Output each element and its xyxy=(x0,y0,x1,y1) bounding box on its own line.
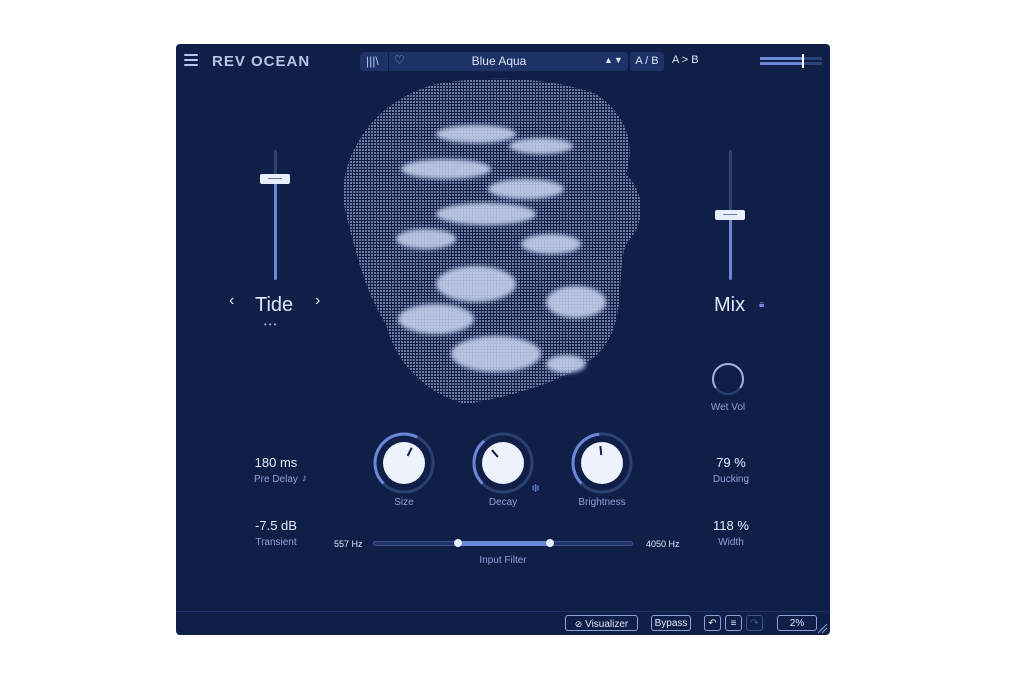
ab-copy-button[interactable]: A > B xyxy=(672,54,699,66)
width-label: Width xyxy=(718,537,744,548)
ocean-visualizer xyxy=(343,78,641,404)
lock-icon[interactable]: 🔒︎ xyxy=(759,299,764,310)
pre-delay-label: Pre Delay xyxy=(254,474,298,485)
mix-slider-thumb[interactable] xyxy=(715,210,745,220)
transient-value[interactable]: -7.5 dB xyxy=(236,518,316,533)
mix-label: Mix xyxy=(714,294,746,316)
library-icon[interactable]: |||\ xyxy=(366,54,379,68)
bypass-button[interactable]: Bypass xyxy=(651,615,691,631)
tide-slider-thumb[interactable] xyxy=(260,173,290,184)
freeze-icon[interactable]: ❄ xyxy=(531,482,540,495)
filter-high-label: 4050 Hz xyxy=(646,539,680,549)
input-filter-range xyxy=(458,541,550,546)
next-mode-arrow[interactable]: › xyxy=(315,292,320,310)
size-knob[interactable] xyxy=(373,432,435,494)
ducking-value[interactable]: 79 % xyxy=(691,455,771,470)
filter-high-handle[interactable] xyxy=(546,539,554,547)
brightness-knob[interactable] xyxy=(571,432,633,494)
transient-label: Transient xyxy=(255,537,297,548)
heart-icon[interactable]: ♡ xyxy=(394,53,405,67)
app-title: REV OCEAN xyxy=(212,53,311,70)
mode-page-dots: ••• xyxy=(264,320,279,329)
mode-label: Tide xyxy=(255,294,294,316)
filter-low-handle[interactable] xyxy=(454,539,462,547)
preset-bar: |||\ ♡ Blue Aqua ▲▼ xyxy=(360,52,628,71)
footer-divider xyxy=(176,611,830,612)
filter-low-label: 557 Hz xyxy=(334,539,363,549)
pre-delay-value[interactable]: 180 ms xyxy=(236,455,316,470)
decay-label: Decay xyxy=(488,497,518,508)
visualizer-label: Visualizer xyxy=(585,619,629,630)
preset-nav-arrows[interactable]: ▲▼ xyxy=(604,55,624,65)
prev-mode-arrow[interactable]: ‹ xyxy=(229,292,234,310)
resize-handle-icon[interactable] xyxy=(816,622,828,634)
tide-slider-fill xyxy=(274,178,277,280)
decay-knob[interactable] xyxy=(472,432,534,494)
visualizer-toggle-button[interactable]: ⊘ Visualizer xyxy=(565,615,638,631)
preset-name[interactable]: Blue Aqua xyxy=(410,54,588,68)
undo-icon[interactable]: ↶ xyxy=(704,615,721,631)
brightness-label: Brightness xyxy=(578,497,626,508)
wet-vol-knob[interactable] xyxy=(711,362,745,396)
cpu-meter: 2% xyxy=(777,615,817,631)
plugin-window: REV OCEAN |||\ ♡ Blue Aqua ▲▼ A / B A > … xyxy=(176,44,830,635)
redo-icon[interactable]: ↷ xyxy=(746,615,763,631)
mix-slider-fill xyxy=(729,215,732,280)
input-filter-title: Input Filter xyxy=(479,555,527,566)
music-note-icon[interactable]: ♪ xyxy=(302,473,307,484)
output-level-slider[interactable] xyxy=(760,54,822,68)
preset-divider xyxy=(388,52,389,71)
wet-vol-label: Wet Vol xyxy=(710,402,746,413)
size-label: Size xyxy=(394,497,414,508)
eye-off-icon: ⊘ xyxy=(574,619,583,629)
ducking-label: Ducking xyxy=(712,474,750,485)
ab-toggle-button[interactable]: A / B xyxy=(630,52,664,71)
width-value[interactable]: 118 % xyxy=(691,518,771,533)
list-icon[interactable]: ≡ xyxy=(725,615,742,631)
hamburger-menu-icon[interactable] xyxy=(184,54,198,66)
